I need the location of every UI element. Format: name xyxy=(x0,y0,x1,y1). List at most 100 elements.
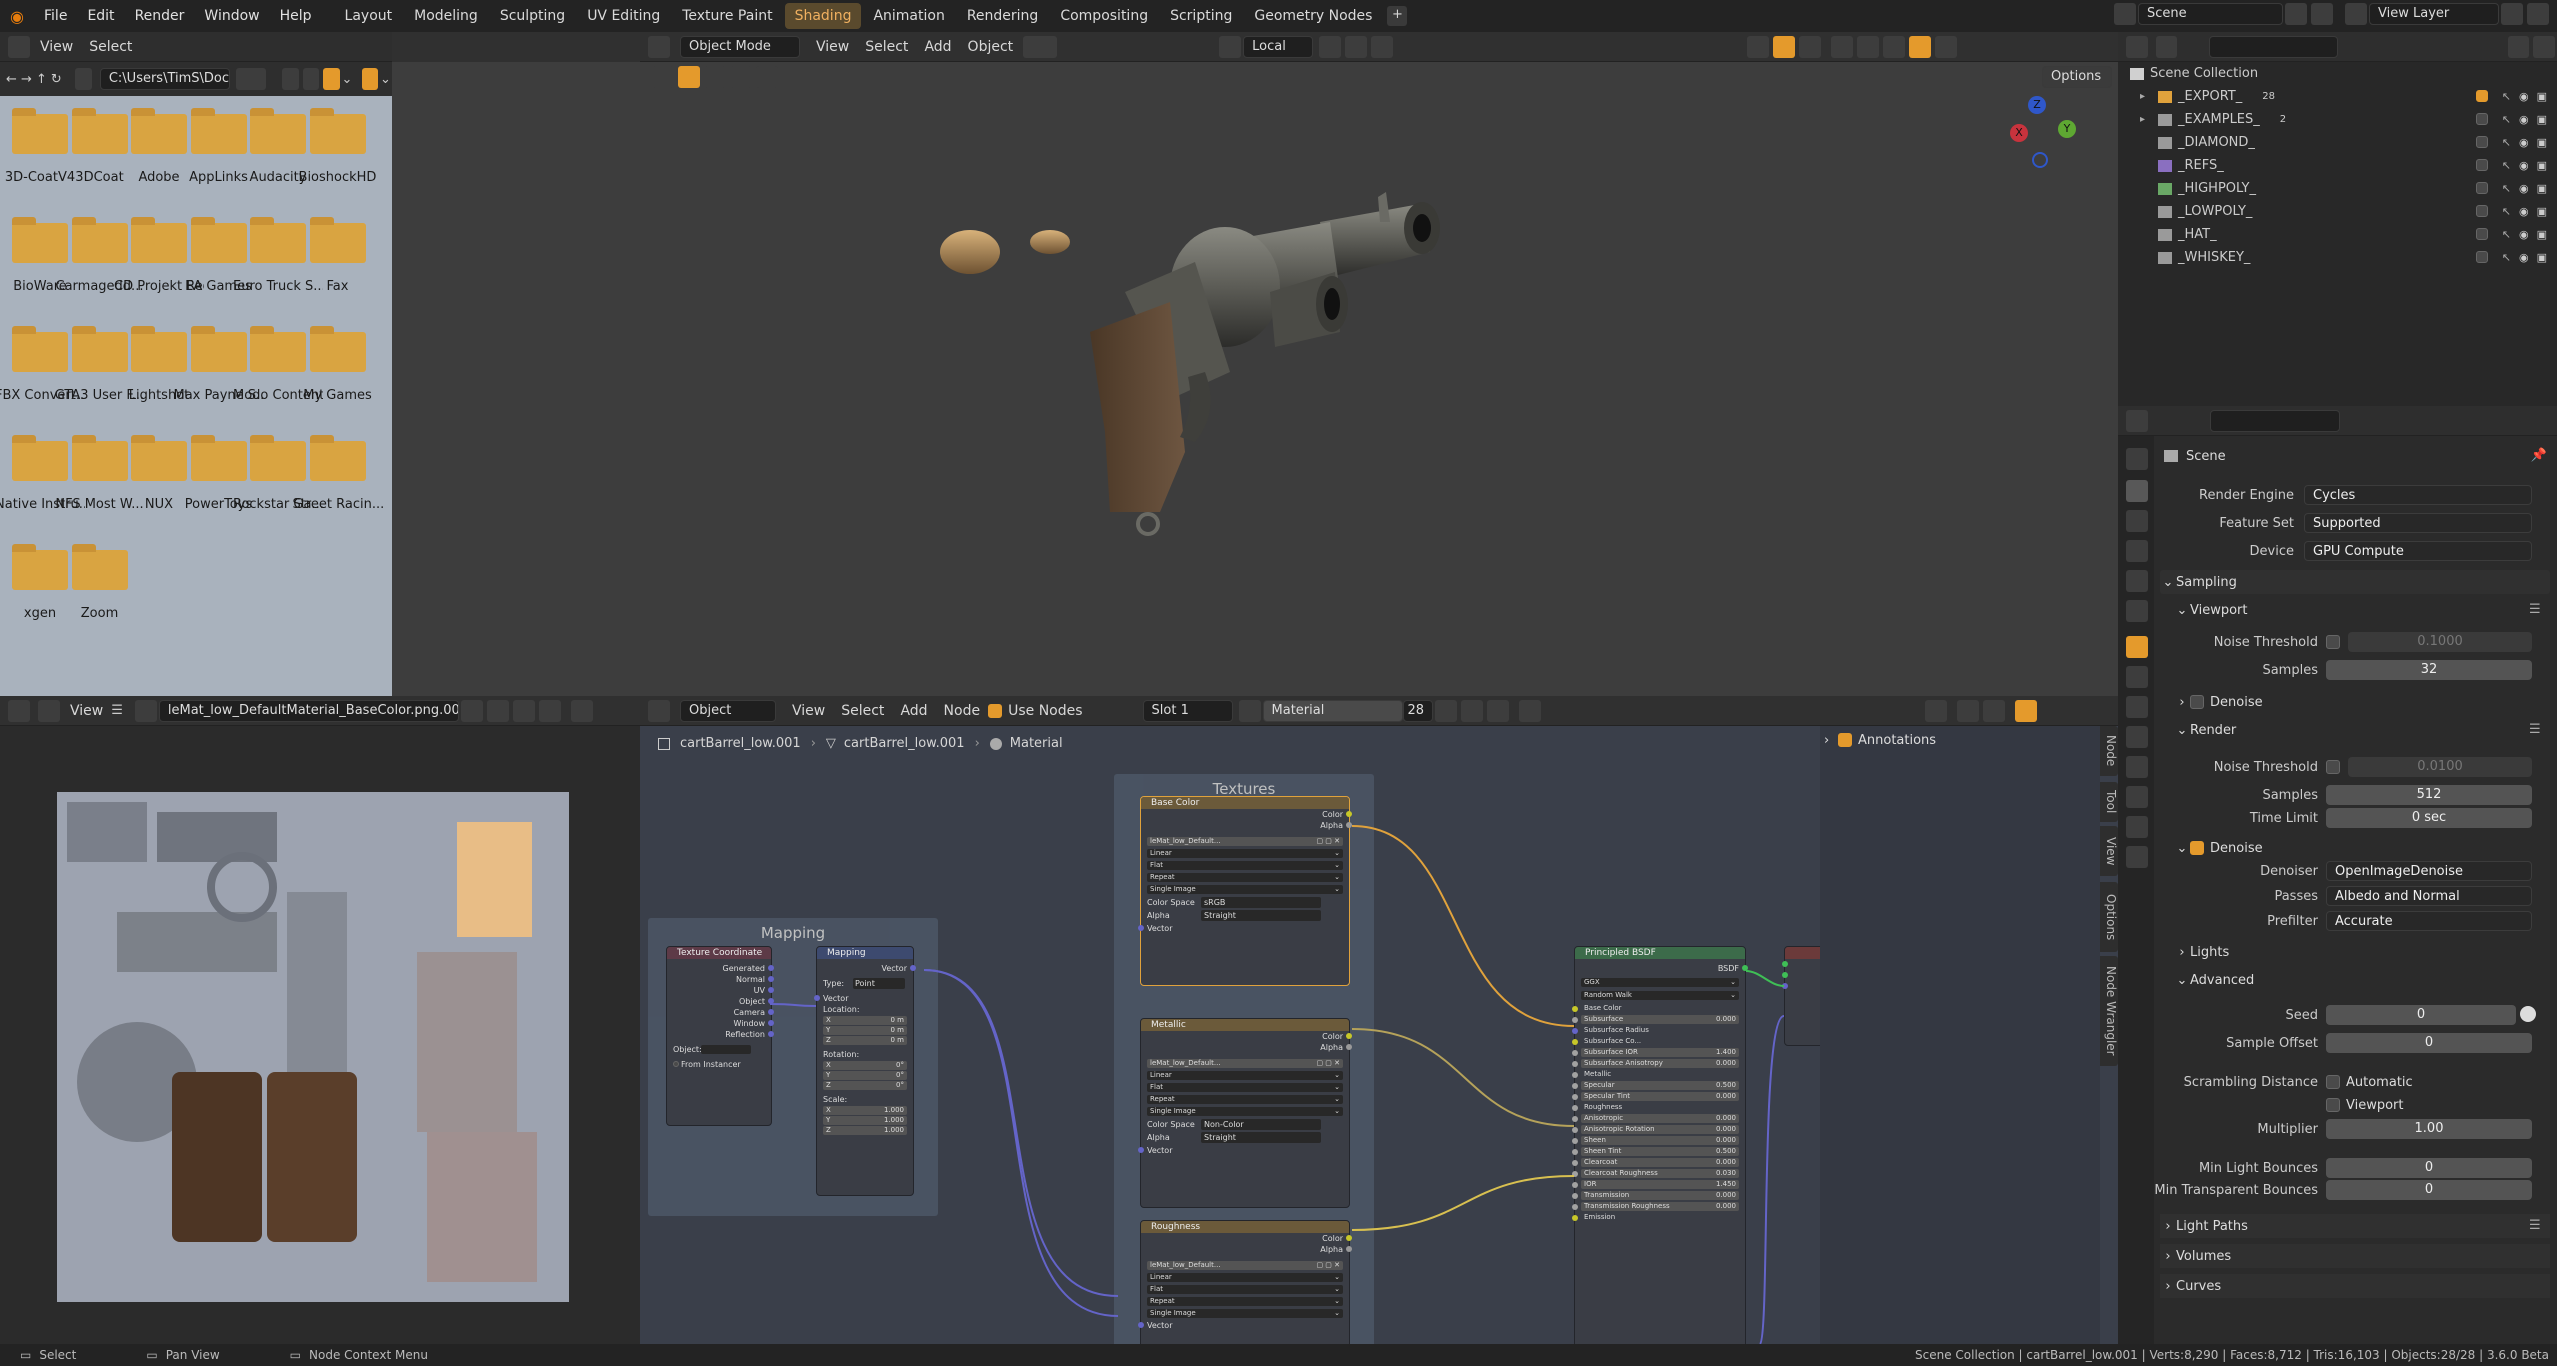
input-socket[interactable] xyxy=(1572,1006,1578,1012)
vp-menu-view[interactable]: View xyxy=(808,39,857,55)
viewport-presets-icon[interactable]: ☰ xyxy=(2529,602,2541,617)
constraints-tab-icon[interactable] xyxy=(2126,756,2148,778)
bsdf-subsurface-method-dropdown[interactable]: Random Walk ⌄ xyxy=(1581,991,1739,1000)
menu-render[interactable]: Render xyxy=(125,0,195,32)
material-browse-icon[interactable] xyxy=(1238,699,1261,722)
outliner-collection-row[interactable]: _LOWPOLY_ ↖ ◉ ▣ xyxy=(2118,200,2557,223)
input-socket[interactable] xyxy=(1572,1094,1578,1100)
min-transparent-bounces-field[interactable]: 0 xyxy=(2326,1180,2532,1200)
sidebar-tab-options[interactable]: Options xyxy=(2100,882,2118,952)
eye-icon[interactable]: ◉ xyxy=(2519,159,2529,172)
output-socket[interactable] xyxy=(768,1009,774,1015)
bsdf-input-row[interactable]: Transmission 0.000 xyxy=(1572,1191,1739,1200)
filter-icon[interactable] xyxy=(2507,35,2530,58)
horizontal-list-icon[interactable] xyxy=(302,68,320,90)
input-socket[interactable] xyxy=(1138,925,1144,931)
image-name-field[interactable]: leMat_low_DefaultMaterial_BaseColor.png.… xyxy=(158,699,459,722)
node-menu-node[interactable]: Node xyxy=(936,703,989,719)
sidebar-tab-node-wrangler[interactable]: Node Wrangler xyxy=(2100,956,2118,1066)
search-icon[interactable] xyxy=(236,68,267,90)
folder-item[interactable]: BioshockHD xyxy=(293,104,383,185)
image-texture-node[interactable]: Base Color Color Alpha leMat_low_Default...… xyxy=(1138,796,1352,986)
outliner-collection-row[interactable]: _DIAMOND_ ↖ ◉ ▣ xyxy=(2118,131,2557,154)
input-socket[interactable] xyxy=(1572,1193,1578,1199)
gizmo-y-axis[interactable]: Y xyxy=(2058,120,2076,138)
bsdf-input-row[interactable]: Sheen Tint 0.500 xyxy=(1572,1147,1739,1156)
pivot-icon[interactable] xyxy=(1319,35,1342,58)
input-socket[interactable] xyxy=(1572,1039,1578,1045)
feature-set-dropdown[interactable]: Supported xyxy=(2304,513,2532,533)
input-socket[interactable] xyxy=(1572,1083,1578,1089)
select-toggle-icon[interactable]: ↖ xyxy=(2502,182,2511,195)
camera-icon[interactable]: ▣ xyxy=(2537,228,2547,241)
mapping-node[interactable]: Mapping Vector Type: Point Vector Locatio… xyxy=(814,946,916,1196)
input-socket[interactable] xyxy=(1572,1105,1578,1111)
menu-file[interactable]: File xyxy=(34,0,77,32)
select-toggle-icon[interactable]: ↖ xyxy=(2502,90,2511,103)
device-dropdown[interactable]: GPU Compute xyxy=(2304,541,2532,561)
select-invert-icon[interactable] xyxy=(756,66,778,88)
vp-noise-threshold-checkbox[interactable] xyxy=(2326,635,2340,649)
exclude-checkbox[interactable] xyxy=(2475,205,2488,217)
output-socket[interactable] xyxy=(1346,1235,1352,1241)
output-socket[interactable] xyxy=(768,987,774,993)
fb-menu-select[interactable]: Select xyxy=(81,39,140,55)
light-paths-presets-icon[interactable]: ☰ xyxy=(2529,1218,2541,1233)
input-socket[interactable] xyxy=(1572,1138,1578,1144)
alpha-dropdown[interactable]: Straight xyxy=(1201,1132,1321,1143)
passes-dropdown[interactable]: Albedo and Normal xyxy=(2326,886,2532,906)
wireframe-shading-icon[interactable] xyxy=(1857,35,1880,58)
delete-scene-icon[interactable] xyxy=(2311,3,2333,25)
material-name-field[interactable]: Material xyxy=(1262,699,1403,722)
alpha-dropdown[interactable]: Straight xyxy=(1201,910,1321,921)
eye-icon[interactable]: ◉ xyxy=(2519,182,2529,195)
folder-item[interactable]: Fax xyxy=(293,213,383,294)
add-workspace-icon[interactable]: + xyxy=(1387,6,1408,26)
fb-menu-view[interactable]: View xyxy=(32,39,81,55)
workspace-tab-shading[interactable]: Shading xyxy=(784,3,862,29)
filter-icon[interactable] xyxy=(361,68,378,90)
new-scene-icon[interactable] xyxy=(2285,3,2307,25)
use-nodes-checkbox[interactable] xyxy=(988,703,1003,718)
color-space-dropdown[interactable]: sRGB xyxy=(1201,897,1321,908)
breadcrumb-object[interactable]: cartBarrel_low.001 xyxy=(680,736,801,751)
select-box-icon[interactable] xyxy=(678,66,700,88)
bsdf-input-row[interactable]: Roughness xyxy=(1572,1103,1739,1112)
mapping-type-dropdown[interactable]: Point xyxy=(853,978,905,989)
new-image-icon[interactable] xyxy=(486,699,509,722)
visibility-icon[interactable] xyxy=(1747,35,1770,58)
bsdf-input-row[interactable]: Emission xyxy=(1572,1213,1739,1222)
revolver-model[interactable] xyxy=(940,182,1460,642)
thumbnails-icon[interactable] xyxy=(323,68,340,90)
menu-help[interactable]: Help xyxy=(270,0,322,32)
bsdf-input-row[interactable]: Anisotropic Rotation 0.000 xyxy=(1572,1125,1739,1134)
vp-noise-threshold-field[interactable]: 0.1000 xyxy=(2348,632,2532,652)
3d-viewport[interactable]: Object Mode View Select Add Object Local… xyxy=(640,32,2118,696)
seed-field[interactable]: 0 xyxy=(2326,1005,2516,1025)
output-socket[interactable] xyxy=(1346,822,1352,828)
input-socket[interactable] xyxy=(1572,1028,1578,1034)
folder-item[interactable]: My Games xyxy=(293,322,383,403)
fake-user-icon[interactable] xyxy=(460,699,483,722)
render-engine-dropdown[interactable]: Cycles xyxy=(2304,485,2532,505)
mapping-sca-field[interactable]: Z 1.000 xyxy=(823,1126,907,1135)
mapping-rot-field[interactable]: Z 0° xyxy=(823,1081,907,1090)
workspace-tab-sculpting[interactable]: Sculpting xyxy=(490,3,575,29)
sample-offset-field[interactable]: 0 xyxy=(2326,1033,2532,1053)
select-toggle-icon[interactable]: ↖ xyxy=(2502,205,2511,218)
texture-image-field[interactable]: leMat_low_Default... ▢ ▢ ✕ xyxy=(1147,1059,1343,1068)
eye-icon[interactable]: ◉ xyxy=(2519,90,2529,103)
material-tab-icon[interactable] xyxy=(2126,816,2148,838)
editor-type-icon[interactable] xyxy=(648,35,670,58)
input-socket[interactable] xyxy=(1572,1127,1578,1133)
slot-dropdown[interactable]: Slot 1 xyxy=(1142,699,1233,722)
view-layer-icon[interactable] xyxy=(2345,3,2367,25)
exclude-checkbox[interactable] xyxy=(2475,90,2488,102)
render-tab-icon[interactable] xyxy=(2126,480,2148,502)
select-extend-icon[interactable] xyxy=(704,66,726,88)
outliner-collection-row[interactable]: _HAT_ ↖ ◉ ▣ xyxy=(2118,223,2557,246)
parent-dir-icon[interactable]: ↑ xyxy=(36,72,51,87)
workspace-tab-rendering[interactable]: Rendering xyxy=(957,3,1049,29)
editor-type-icon[interactable] xyxy=(8,35,30,58)
automatic-checkbox[interactable]: Automatic xyxy=(2326,1070,2413,1094)
